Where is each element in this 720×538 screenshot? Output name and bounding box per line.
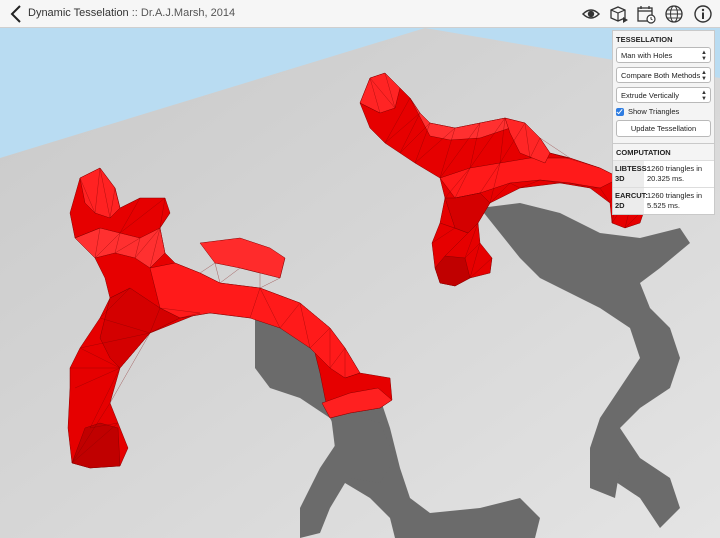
app-author: :: Dr.A.J.Marsh, 2014	[131, 7, 236, 19]
select-arrows-icon: ▲ ▼	[701, 90, 707, 102]
control-panel: TESSELLATION Man with Holes ▲ ▼ Compare B…	[612, 30, 715, 215]
back-chevron-icon[interactable]	[8, 4, 26, 24]
method-select[interactable]: Compare Both Methods ▲ ▼	[616, 67, 711, 83]
extrude-select-value: Extrude Vertically	[621, 91, 679, 100]
computation-heading: COMPUTATION	[616, 148, 671, 157]
computation-value: 1260 triangles in 5.525 ms.	[647, 191, 703, 210]
eye-icon[interactable]	[580, 3, 602, 25]
window-title: Dynamic Tesselation :: Dr.A.J.Marsh, 201…	[28, 7, 235, 19]
select-arrows-icon: ▲ ▼	[701, 50, 707, 62]
update-tessellation-button[interactable]: Update Tessellation	[616, 120, 711, 137]
show-triangles-row[interactable]: Show Triangles	[616, 107, 711, 116]
app-title: Dynamic Tesselation	[28, 7, 129, 19]
computation-label: LIBTESS: 3D	[613, 161, 649, 187]
method-select-value: Compare Both Methods	[621, 71, 701, 80]
computation-label: EARCUT: 2D	[613, 188, 648, 214]
shape-select-value: Man with Holes	[621, 51, 673, 60]
info-icon[interactable]	[692, 3, 714, 25]
show-triangles-checkbox[interactable]	[616, 107, 624, 116]
extrude-select[interactable]: Extrude Vertically ▲ ▼	[616, 87, 711, 103]
computation-row: EARCUT: 2D 1260 triangles in 5.525 ms.	[613, 187, 714, 214]
show-triangles-label: Show Triangles	[628, 107, 680, 116]
computation-row: LIBTESS: 3D 1260 triangles in 20.325 ms.	[613, 160, 714, 187]
cube-icon[interactable]	[607, 3, 629, 25]
select-arrows-icon: ▲ ▼	[701, 70, 707, 82]
computation-value: 1260 triangles in 20.325 ms.	[647, 164, 703, 183]
shape-select[interactable]: Man with Holes ▲ ▼	[616, 47, 711, 63]
title-bar: Dynamic Tesselation :: Dr.A.J.Marsh, 201…	[0, 0, 720, 28]
tessellation-heading: TESSELLATION	[616, 35, 673, 44]
calendar-clock-icon[interactable]	[635, 3, 657, 25]
globe-icon[interactable]	[663, 3, 685, 25]
